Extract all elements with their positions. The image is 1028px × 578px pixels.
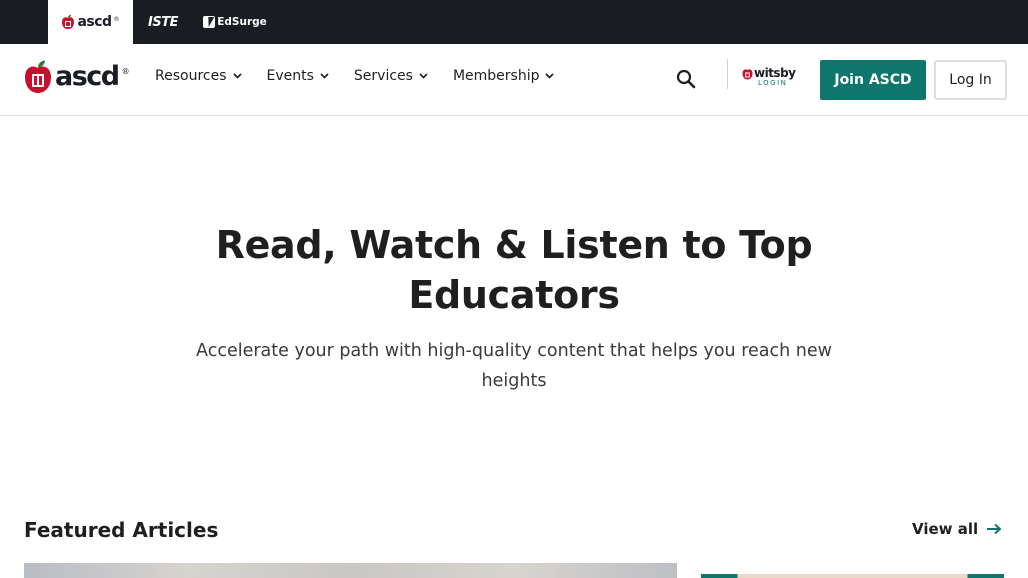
ascd-brand-reg: ® (113, 15, 120, 23)
edsurge-brand-word: EdSurge (217, 16, 267, 28)
nav-events[interactable]: Events (267, 68, 329, 84)
chevron-down-icon (419, 73, 428, 79)
chevron-down-icon (232, 73, 242, 79)
brand-bar: ascd ® ISTE EdSurge (0, 0, 1028, 44)
view-all-label: View all (912, 520, 979, 538)
log-in-button[interactable]: Log In (934, 60, 1007, 100)
ascd-apple-icon (62, 14, 75, 29)
brand-tab-iste[interactable]: ISTE (140, 0, 186, 44)
ascd-logo-reg: ® (121, 66, 130, 76)
featured-article-card-image[interactable] (24, 563, 677, 578)
chevron-down-icon (320, 73, 329, 79)
hero-title: Read, Watch & Listen to Top Educators (215, 223, 813, 317)
witsby-apple-icon (742, 68, 753, 79)
ascd-logo[interactable]: ascd ® (24, 60, 130, 94)
ascd-logo-icon (25, 60, 51, 93)
brand-tab-ascd[interactable]: ascd ® (48, 0, 133, 44)
witsby-login-link[interactable]: witsby LOGIN (742, 66, 804, 96)
search-icon[interactable] (675, 68, 697, 90)
nav-resources[interactable]: Resources (155, 68, 242, 84)
ascd-brand-logo: ascd ® (61, 14, 120, 30)
nav-resources-label: Resources (155, 68, 227, 84)
main-header: ascd ® Resources Events Services Members… (0, 44, 1028, 116)
nav-membership[interactable]: Membership (453, 68, 555, 84)
nav-membership-label: Membership (452, 68, 540, 84)
iste-brand-logo: ISTE (148, 14, 178, 30)
main-nav: Resources Events Services Membership (155, 68, 555, 84)
brand-tab-edsurge[interactable]: EdSurge (200, 0, 270, 44)
arrow-right-icon (987, 523, 1002, 535)
nav-events-label: Events (266, 68, 314, 84)
hero-subtitle: Accelerate your path with high-quality c… (196, 341, 832, 391)
nav-services[interactable]: Services (354, 68, 428, 84)
witsby-word: witsby (754, 66, 796, 80)
join-ascd-button[interactable]: Join ASCD (820, 60, 926, 100)
edsurge-bolt-icon (203, 16, 216, 28)
featured-articles-heading: Featured Articles (24, 518, 219, 542)
witsby-login-label: LOGIN (758, 79, 788, 87)
chevron-down-icon (545, 73, 555, 79)
view-all-link[interactable]: View all (912, 520, 1002, 538)
ascd-brand-word: ascd (77, 14, 112, 30)
ascd-logo-word: ascd (55, 61, 120, 92)
featured-article-card-image-secondary[interactable] (701, 574, 1004, 578)
header-divider (727, 59, 728, 89)
edsurge-brand-logo: EdSurge (203, 16, 267, 28)
nav-services-label: Services (353, 68, 413, 84)
